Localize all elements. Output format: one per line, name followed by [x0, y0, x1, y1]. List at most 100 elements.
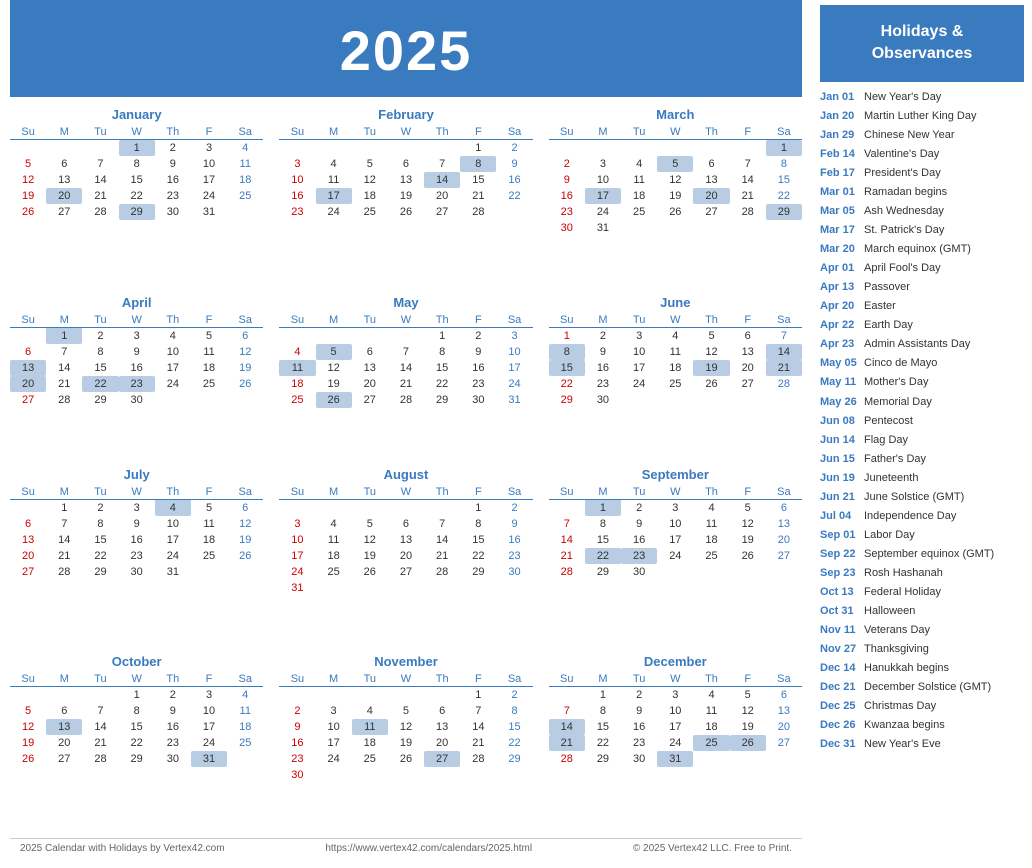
month-september: September SuMTuWThFSa 123456 78910111213 — [549, 467, 802, 647]
month-february: February SuMTuWThFSa 12 3456789 — [279, 107, 532, 287]
holiday-date: Dec 25 — [820, 698, 860, 715]
holiday-item: Apr 01April Fool's Day — [820, 259, 1024, 278]
holiday-name: December Solstice (GMT) — [864, 679, 991, 696]
holiday-item: Mar 05Ash Wednesday — [820, 202, 1024, 221]
holiday-name: Martin Luther King Day — [864, 108, 977, 125]
holiday-item: Apr 13Passover — [820, 278, 1024, 297]
holiday-name: Pentecost — [864, 413, 913, 430]
holiday-date: Jul 04 — [820, 508, 860, 525]
holiday-name: Veterans Day — [864, 622, 930, 639]
holiday-item: May 05Cinco de Mayo — [820, 354, 1024, 373]
footer-right: © 2025 Vertex42 LLC. Free to Print. — [633, 843, 792, 854]
holiday-item: Feb 17President's Day — [820, 164, 1024, 183]
holiday-name: Earth Day — [864, 317, 913, 334]
holiday-item: Jun 14Flag Day — [820, 431, 1024, 450]
col-m: M — [46, 125, 82, 140]
holiday-item: Mar 20March equinox (GMT) — [820, 240, 1024, 259]
holiday-date: Feb 14 — [820, 146, 860, 163]
holiday-name: Labor Day — [864, 527, 915, 544]
holiday-item: Nov 27Thanksgiving — [820, 640, 1024, 659]
month-title-august: August — [279, 467, 532, 482]
holiday-date: Mar 01 — [820, 184, 860, 201]
holiday-item: Dec 21December Solstice (GMT) — [820, 678, 1024, 697]
holiday-name: Cinco de Mayo — [864, 355, 937, 372]
month-december: December SuMTuWThFSa 123456 78910111213 — [549, 654, 802, 834]
holiday-item: Oct 31Halloween — [820, 602, 1024, 621]
month-july: July SuMTuWThFSa 123456 6789101112 — [10, 467, 263, 647]
holiday-name: Juneteenth — [864, 470, 918, 487]
month-title-april: April — [10, 295, 263, 310]
col-su: Su — [10, 125, 46, 140]
holiday-date: Dec 14 — [820, 660, 860, 677]
month-title-september: September — [549, 467, 802, 482]
col-sa: Sa — [227, 125, 263, 140]
holiday-item: Apr 20Easter — [820, 297, 1024, 316]
month-title-december: December — [549, 654, 802, 669]
month-title-october: October — [10, 654, 263, 669]
holiday-item: Jan 20Martin Luther King Day — [820, 107, 1024, 126]
holiday-name: Independence Day — [864, 508, 956, 525]
holiday-date: Apr 13 — [820, 279, 860, 296]
holiday-name: Father's Day — [864, 451, 926, 468]
holiday-item: Jan 29Chinese New Year — [820, 126, 1024, 145]
month-may: May SuMTuWThFSa 123 45678910 — [279, 295, 532, 459]
holiday-name: Mother's Day — [864, 374, 928, 391]
holiday-name: Passover — [864, 279, 910, 296]
holiday-date: Mar 05 — [820, 203, 860, 220]
month-march: March SuMTuWThFSa 1 2345678 — [549, 107, 802, 287]
footer: 2025 Calendar with Holidays by Vertex42.… — [10, 838, 802, 858]
holiday-item: Apr 23Admin Assistants Day — [820, 335, 1024, 354]
holiday-date: Apr 20 — [820, 298, 860, 315]
month-january: January Su M Tu W Th F Sa — [10, 107, 263, 287]
holiday-date: Jun 14 — [820, 432, 860, 449]
month-title-november: November — [279, 654, 532, 669]
holiday-date: Apr 23 — [820, 336, 860, 353]
holiday-item: Nov 11Veterans Day — [820, 621, 1024, 640]
footer-center: https://www.vertex42.com/calendars/2025.… — [325, 843, 532, 854]
holiday-name: Halloween — [864, 603, 915, 620]
holiday-item: Dec 25Christmas Day — [820, 697, 1024, 716]
holiday-name: March equinox (GMT) — [864, 241, 971, 258]
holiday-date: Feb 17 — [820, 165, 860, 182]
holiday-item: Apr 22Earth Day — [820, 316, 1024, 335]
holiday-date: Jan 29 — [820, 127, 860, 144]
page: 2025 January Su M Tu W Th F — [0, 0, 1032, 868]
holiday-item: Dec 26Kwanzaa begins — [820, 716, 1024, 735]
holiday-date: Apr 01 — [820, 260, 860, 277]
holiday-date: Mar 17 — [820, 222, 860, 239]
holiday-name: Flag Day — [864, 432, 908, 449]
holiday-name: Hanukkah begins — [864, 660, 949, 677]
month-august: August SuMTuWThFSa 12 3456789 — [279, 467, 532, 647]
month-november: November SuMTuWThFSa 12 2345678 — [279, 654, 532, 834]
holiday-item: Mar 01Ramadan begins — [820, 183, 1024, 202]
holiday-item: Oct 13Federal Holiday — [820, 583, 1024, 602]
holiday-item: Jun 08Pentecost — [820, 412, 1024, 431]
holiday-date: Oct 13 — [820, 584, 860, 601]
holiday-date: Dec 21 — [820, 679, 860, 696]
holiday-name: Kwanzaa begins — [864, 717, 945, 734]
holiday-date: Jan 01 — [820, 89, 860, 106]
holiday-date: Apr 22 — [820, 317, 860, 334]
holiday-date: Oct 31 — [820, 603, 860, 620]
month-title-july: July — [10, 467, 263, 482]
holiday-date: Nov 11 — [820, 622, 860, 639]
holiday-name: Christmas Day — [864, 698, 936, 715]
month-title-may: May — [279, 295, 532, 310]
holiday-date: Sep 23 — [820, 565, 860, 582]
holiday-date: Jun 15 — [820, 451, 860, 468]
holiday-item: Dec 14Hanukkah begins — [820, 659, 1024, 678]
holiday-name: Memorial Day — [864, 394, 932, 411]
holiday-date: Dec 31 — [820, 736, 860, 753]
col-th: Th — [155, 125, 191, 140]
month-title-june: June — [549, 295, 802, 310]
col-f: F — [191, 125, 227, 140]
month-june: June SuMTuWThFSa 1234567 891011121314 — [549, 295, 802, 459]
holiday-name: Ash Wednesday — [864, 203, 944, 220]
holiday-date: May 11 — [820, 374, 860, 391]
holiday-name: Admin Assistants Day — [864, 336, 970, 353]
holiday-date: Mar 20 — [820, 241, 860, 258]
holiday-date: Sep 22 — [820, 546, 860, 563]
holiday-item: Jun 15Father's Day — [820, 450, 1024, 469]
holiday-name: April Fool's Day — [864, 260, 941, 277]
holiday-name: Rosh Hashanah — [864, 565, 943, 582]
